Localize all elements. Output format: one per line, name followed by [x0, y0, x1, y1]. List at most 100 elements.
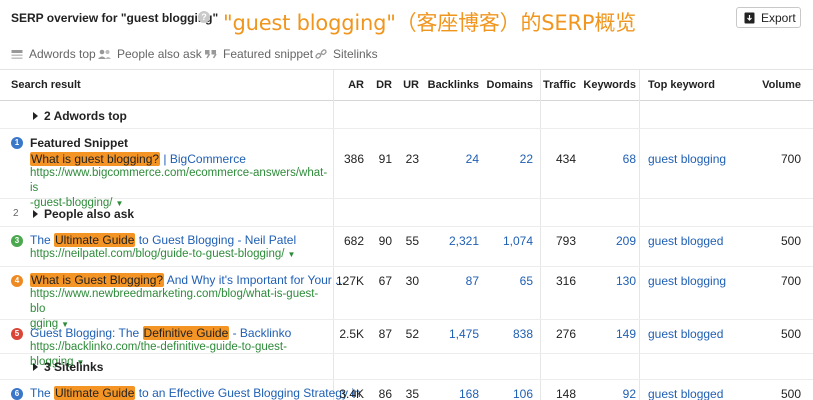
- cell-ur: 52: [405, 327, 419, 341]
- group-row-sitelinks[interactable]: 3 Sitelinks: [0, 354, 813, 380]
- title-highlight: Definitive Guide: [142, 326, 230, 340]
- cell-volume: 700: [780, 152, 801, 166]
- result-title-link[interactable]: What is Guest Blogging? And Why it's Imp…: [30, 273, 345, 287]
- result-title-link[interactable]: Guest Blogging: The Definitive Guide - B…: [30, 326, 291, 340]
- cell-ur: 30: [405, 274, 419, 288]
- col-search-result[interactable]: Search result: [11, 79, 81, 91]
- cell-volume: 700: [780, 274, 801, 288]
- caption-overlay: "guest blogging"（客座博客）的SERP概览: [223, 11, 636, 35]
- group-row-adwords[interactable]: 2 Adwords top: [0, 101, 813, 129]
- cell-traffic: 316: [555, 274, 576, 288]
- position-badge: 5: [11, 328, 23, 340]
- col-top-keyword[interactable]: Top keyword: [648, 79, 715, 91]
- title-text: The: [30, 233, 55, 247]
- cell-domains[interactable]: 1,074: [485, 234, 533, 248]
- cell-top-keyword[interactable]: guest blogging: [648, 274, 726, 288]
- expand-arrow-icon[interactable]: [33, 112, 38, 120]
- cell-volume: 500: [780, 387, 801, 400]
- col-traffic[interactable]: Traffic: [540, 79, 576, 91]
- col-backlinks[interactable]: Backlinks: [425, 79, 479, 91]
- cell-traffic: 434: [555, 152, 576, 166]
- table-row: 4 What is Guest Blogging? And Why it's I…: [0, 267, 813, 330]
- cell-ar: 2.5K: [339, 327, 364, 341]
- group-label: 2 Adwords top: [44, 109, 127, 123]
- group-position: 2: [13, 208, 19, 219]
- cell-top-keyword[interactable]: guest blogged: [648, 327, 723, 341]
- col-volume[interactable]: Volume: [755, 79, 801, 91]
- result-title-link[interactable]: The Ultimate Guide to Guest Blogging - N…: [30, 233, 296, 247]
- help-icon[interactable]: ?: [198, 11, 210, 23]
- result-title-link[interactable]: What is guest blogging? | BigCommerce: [30, 152, 246, 166]
- cell-ar: 682: [343, 234, 364, 248]
- title-text: - Backlinko: [229, 326, 292, 340]
- expand-arrow-icon[interactable]: [33, 363, 38, 371]
- cell-ar: 127K: [335, 274, 364, 288]
- cell-domains[interactable]: 65: [485, 274, 533, 288]
- table-row: 5 Guest Blogging: The Definitive Guide -…: [0, 320, 813, 368]
- cell-ar: 3.4K: [339, 387, 364, 400]
- cell-domains[interactable]: 838: [485, 327, 533, 341]
- filter-label: Sitelinks: [333, 47, 378, 61]
- cell-backlinks[interactable]: 87: [430, 274, 479, 288]
- url-dropdown-icon[interactable]: ▼: [287, 250, 295, 259]
- export-icon: [744, 12, 755, 23]
- cell-keywords[interactable]: 130: [590, 274, 636, 288]
- title-highlight: What is guest blogging?: [30, 152, 161, 166]
- cell-top-keyword[interactable]: guest blogged: [648, 387, 723, 400]
- cell-dr: 87: [378, 327, 392, 341]
- filter-featured-snippet[interactable]: Featured snippet: [205, 47, 313, 61]
- result-url[interactable]: https://neilpatel.com/blog/guide-to-gues…: [30, 247, 330, 262]
- title-text: The: [30, 386, 55, 400]
- filter-people-also-ask[interactable]: People also ask: [98, 47, 202, 61]
- filter-sitelinks[interactable]: Sitelinks: [315, 47, 378, 61]
- cell-top-keyword[interactable]: guest blogging: [648, 152, 726, 166]
- col-keywords[interactable]: Keywords: [582, 79, 636, 91]
- col-domains[interactable]: Domains: [485, 79, 533, 91]
- feature-filters: Adwords top People also ask Featured sni…: [0, 38, 813, 70]
- filter-label: Featured snippet: [223, 47, 314, 61]
- cell-keywords[interactable]: 92: [590, 387, 636, 400]
- col-ar[interactable]: AR: [340, 79, 364, 91]
- title-highlight: What is Guest Blogging?: [30, 273, 165, 287]
- title-highlight: Ultimate Guide: [54, 386, 136, 400]
- people-icon: [98, 49, 111, 59]
- position-badge: 1: [11, 137, 23, 149]
- cell-traffic: 793: [555, 234, 576, 248]
- snippet-label: Featured Snippet: [30, 136, 129, 150]
- cell-domains[interactable]: 106: [485, 387, 533, 400]
- cell-top-keyword[interactable]: guest blogged: [648, 234, 723, 248]
- cell-keywords[interactable]: 209: [590, 234, 636, 248]
- table-header: Search result AR DR UR Backlinks Domains…: [0, 70, 813, 101]
- position-badge: 6: [11, 388, 23, 400]
- filter-label: People also ask: [117, 47, 202, 61]
- col-dr[interactable]: DR: [372, 79, 392, 91]
- quote-icon: [205, 50, 217, 59]
- filter-adwords-top[interactable]: Adwords top: [11, 47, 96, 61]
- cell-domains[interactable]: 22: [485, 152, 533, 166]
- cell-backlinks[interactable]: 24: [430, 152, 479, 166]
- adwords-icon: [11, 49, 23, 59]
- position-badge: 3: [11, 235, 23, 247]
- url-line: https://neilpatel.com/blog/guide-to-gues…: [30, 248, 285, 260]
- result-title-link[interactable]: The Ultimate Guide to an Effective Guest…: [30, 386, 361, 400]
- cell-backlinks[interactable]: 1,475: [430, 327, 479, 341]
- table-row: 3 The Ultimate Guide to Guest Blogging -…: [0, 227, 813, 267]
- cell-backlinks[interactable]: 2,321: [430, 234, 479, 248]
- cell-keywords[interactable]: 149: [590, 327, 636, 341]
- cell-traffic: 148: [555, 387, 576, 400]
- expand-arrow-icon[interactable]: [33, 210, 38, 218]
- cell-ur: 23: [405, 152, 419, 166]
- cell-dr: 90: [378, 234, 392, 248]
- col-ur[interactable]: UR: [399, 79, 419, 91]
- page-title: SERP overview for "guest blogging": [11, 11, 219, 25]
- group-label: People also ask: [44, 207, 135, 221]
- export-label: Export: [761, 10, 796, 25]
- filter-label: Adwords top: [29, 47, 96, 61]
- cell-keywords[interactable]: 68: [590, 152, 636, 166]
- group-row-people-also-ask[interactable]: 2 People also ask: [0, 199, 813, 227]
- export-button[interactable]: Export: [736, 7, 801, 28]
- cell-volume: 500: [780, 327, 801, 341]
- table-row: 6 The Ultimate Guide to an Effective Gue…: [0, 380, 813, 400]
- cell-backlinks[interactable]: 168: [430, 387, 479, 400]
- url-line: https://www.bigcommerce.com/ecommerce-an…: [30, 167, 328, 194]
